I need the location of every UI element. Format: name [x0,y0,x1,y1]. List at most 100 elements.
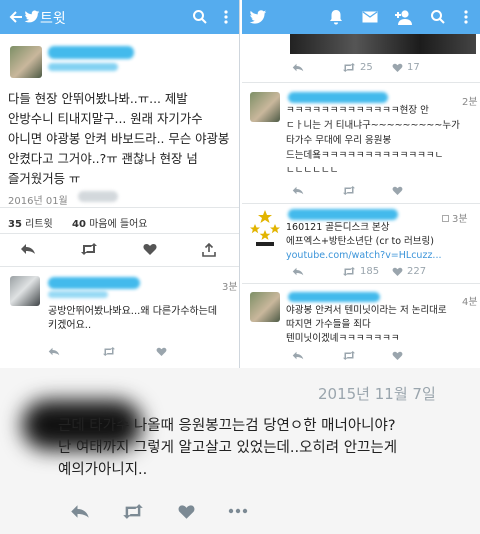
overflow-menu-icon[interactable] [456,7,476,27]
like-heart-icon[interactable] [143,243,157,255]
search-icon[interactable] [190,7,210,27]
like-heart-icon[interactable] [392,351,403,360]
like-count: 227 [407,266,427,277]
retweeted-box-icon [442,215,449,222]
tweet-line-2: ㄷㅏ니는 거 티내냐구~~~~~~~~~누가 [286,120,460,131]
tweet-line-5: 즐거웠거등 ㅠ [8,171,81,186]
avatar[interactable] [250,292,280,322]
reply-icon[interactable] [292,186,304,195]
like-stats[interactable]: 40 마음에 들어요 [72,215,148,230]
redacted-username [48,277,140,289]
tweet-line-4: 드는데욬ㅋㅋㅋㅋㅋㅋㅋㅋㅋㅋㅋㅋㅋㄴ [286,150,444,161]
tweet-time: 3분 [452,214,468,225]
retweet-icon[interactable] [342,351,356,360]
tweet-line-4: 안켰다고 그거야..?ㅠ 괜찮나 현장 넘 [8,151,198,166]
left-screenshot: 트윗 다들 현장 안뛰어봤나봐..ㅠ... 제발 안방수니 티내지말구... 원… [0,0,240,368]
tweet-time: 2분 [462,97,478,108]
retweet-icon [343,63,355,72]
notifications-bell-icon[interactable] [326,7,346,27]
reply-line-2: 키겠어요.. [48,320,92,331]
redacted-username [48,46,134,59]
bottom-screenshot: 2015년 11월 7일 근데 타가수 나올때 응원봉끄는검 당연ㅇ한 매너아니… [0,368,480,534]
tweet-line-1: 다들 현장 안뛰어봤나봐..ㅠ... 제발 [8,91,188,106]
like-heart-icon [392,63,403,72]
tweet-line-1: 160121 골든디스크 본상 [286,222,390,233]
tweet-line-1: ㅋㅋㅋㅋㅋㅋㅋㅋㅋㅋㅋㅋㅋ현장 안 [286,105,429,116]
redacted-username [288,92,388,103]
twitter-bird-icon[interactable] [248,7,268,27]
reply-icon[interactable] [292,351,304,360]
redacted-username [288,292,380,302]
redacted-handle [48,291,108,298]
retweet-icon [343,267,355,276]
add-user-icon[interactable] [394,7,414,27]
retweet-icon[interactable] [122,504,144,519]
like-action[interactable]: 17 [392,62,420,73]
divider [242,82,480,83]
top-bar: 트윗 [0,0,239,34]
reply-time: 3분 [222,282,238,293]
like-heart-icon[interactable] [156,347,167,356]
reply-avatar[interactable] [10,276,40,306]
golden-disc-logo-avatar[interactable] [248,208,282,248]
tweet-time-group: 3분 [442,210,468,225]
like-count: 17 [407,62,420,73]
retweet-action[interactable]: 25 [342,62,373,73]
tweet-line-1: 야광봉 안켜서 텐미닛이라는 저 논리대로 [286,305,447,316]
more-dots-icon[interactable] [228,508,248,514]
tweet-line-2: 에프엑스+방탄소년단 (cr to 러브링) [286,236,434,247]
divider [242,283,480,284]
retweet-stats[interactable]: 35 리트윗 [8,215,53,230]
retweet-icon[interactable] [102,347,116,356]
tweet-line-3: 아니면 야광봉 안켜 바보드라.. 무슨 야광봉 [8,131,230,146]
tweet-line-3: 타가수 무대에 우리 응원봉 [286,135,392,146]
twitter-bird-icon [22,7,42,27]
divider [0,266,239,267]
header-title: 트윗 [40,11,66,27]
like-heart-icon[interactable] [178,504,195,519]
tweet-line-2: 난 여태까지 그렇게 알고살고 있었는데..오히려 안끄는게 [58,440,398,456]
reply-icon[interactable] [20,243,36,255]
tweet-time: 4분 [462,297,478,308]
tweet-line-2: 안방수니 티내지말구... 원래 자기가수 [8,111,203,126]
reply-icon[interactable] [48,347,60,356]
overflow-menu-icon[interactable] [216,7,236,27]
tweet-date: 2015년 11월 7일 [318,385,436,403]
retweet-count: 185 [360,266,380,277]
tweet-line-3: 텐미닛이겠녜ㅋㅋㅋㅋㅋㅋㅋ [286,333,400,344]
retweet-count: 25 [360,62,373,73]
share-icon[interactable] [202,243,216,257]
tweet-line-5: ㄴㄴㄴㄴㄴㄴ [286,165,339,176]
youtube-link[interactable]: youtube.com/watch?v=HLcuzz... [286,249,441,262]
tweet-date: 2016년 01월 [8,196,68,207]
tweet-line-2: 따지면 가수들을 죄다 [286,319,371,330]
like-count: 40 [72,219,86,230]
reply-icon[interactable] [292,267,304,276]
redacted-username [288,209,398,220]
reply-line-1: 공방안뛰어봤나봐요...왜 다른가수하는데 [48,306,218,317]
divider [242,203,480,204]
tweet-line-3: 예의가아니지.. [58,462,148,478]
redacted-handle [48,63,118,71]
reply-icon[interactable] [70,504,90,519]
tweet-line-1: 근데 타가수 나올때 응원봉끄는검 당연ㅇ한 매너아니야? [58,418,396,434]
retweet-count: 35 [8,219,22,230]
retweet-icon[interactable] [80,243,98,255]
like-heart-icon [392,267,403,276]
redacted-time [78,191,118,202]
like-heart-icon[interactable] [392,186,403,195]
divider [0,207,239,208]
like-label: 마음에 들어요 [89,219,148,230]
reply-icon[interactable] [292,63,304,72]
retweet-icon[interactable] [342,186,356,195]
avatar[interactable] [250,92,280,122]
top-bar [242,0,480,34]
search-icon[interactable] [428,7,448,27]
avatar[interactable] [10,46,42,78]
tweet-media-image[interactable] [290,34,476,54]
retweet-action[interactable]: 185 [342,266,379,277]
retweet-label: 리트윗 [25,219,53,230]
like-action[interactable]: 227 [392,266,426,277]
messages-envelope-icon[interactable] [360,7,380,27]
divider [0,233,239,234]
